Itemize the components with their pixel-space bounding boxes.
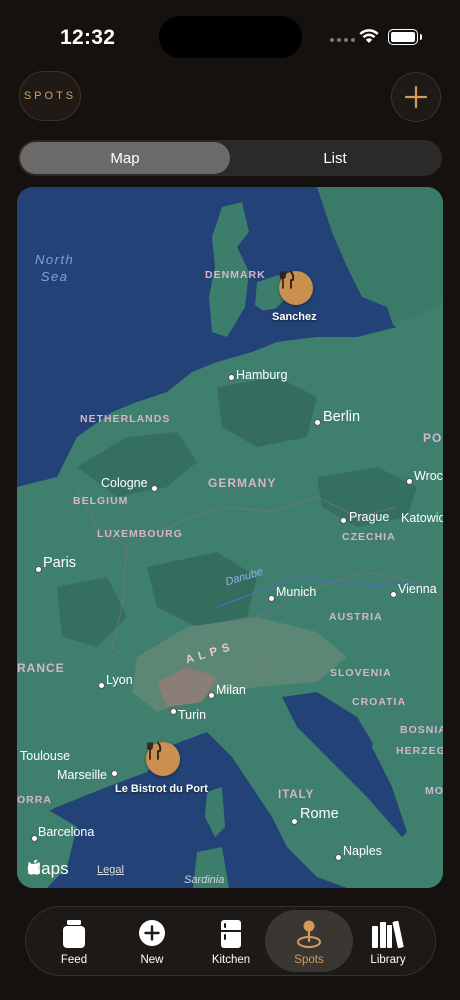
city-label-naples: Naples xyxy=(343,844,382,858)
country-label-france: RANCE xyxy=(17,661,65,675)
fork-knife-icon xyxy=(280,271,295,289)
fridge-icon xyxy=(221,920,241,948)
spot-pin-le-bistrot-du-port[interactable] xyxy=(146,742,180,776)
tab-label-library: Library xyxy=(370,954,406,966)
city-label-munich: Munich xyxy=(276,585,317,599)
city-label-marseille: Marseille xyxy=(57,768,108,782)
city-label-hamburg: Hamburg xyxy=(236,368,288,382)
country-label-germany: GERMANY xyxy=(208,476,277,490)
city-label-barcelona: Barcelona xyxy=(38,825,95,839)
tab-label-kitchen: Kitchen xyxy=(211,954,251,966)
add-spot-button[interactable] xyxy=(391,72,441,122)
city-label-turin: Turin xyxy=(178,708,207,722)
country-label-montenegro: MO xyxy=(425,785,443,797)
city-label-paris: Paris xyxy=(43,555,77,571)
city-label-prague: Prague xyxy=(349,510,390,524)
fork-knife-icon xyxy=(147,742,162,760)
city-dot-hamburg xyxy=(228,374,235,381)
segment-list[interactable]: List xyxy=(230,142,440,174)
books-icon xyxy=(372,920,404,949)
city-label-rome: Rome xyxy=(300,806,339,822)
cellular-signal-icon xyxy=(330,38,355,42)
dynamic-island xyxy=(159,16,302,58)
country-label-belgium: BELGIUM xyxy=(73,495,129,507)
map-view[interactable]: North Sea DENMARK NETHERLANDS GERMANY BE… xyxy=(17,187,443,888)
tab-new[interactable]: New xyxy=(108,910,196,972)
spot-pin-sanchez[interactable] xyxy=(279,271,313,305)
city-label-cologne: Cologne xyxy=(101,476,148,490)
plus-icon xyxy=(404,85,428,109)
country-label-netherlands: NETHERLANDS xyxy=(80,413,171,425)
country-label-luxembourg: LUXEMBOURG xyxy=(97,528,183,540)
city-dot-prague xyxy=(340,517,347,524)
spots-button[interactable]: SPOTS xyxy=(19,71,81,121)
city-label-toulouse: Toulouse xyxy=(20,749,71,763)
tab-feed[interactable]: Feed xyxy=(30,910,118,972)
city-dot-rome xyxy=(291,818,298,825)
city-dot-cologne xyxy=(151,485,158,492)
map-pin-icon xyxy=(297,920,321,948)
city-dot-paris xyxy=(35,566,42,573)
legal-link[interactable]: Legal xyxy=(97,864,124,876)
city-dot-vienna xyxy=(390,591,397,598)
tab-label-new: New xyxy=(140,954,164,966)
tab-spots[interactable]: Spots xyxy=(265,910,353,972)
country-label-slovenia: SLOVENIA xyxy=(330,667,392,679)
city-dot-wroclaw xyxy=(406,478,413,485)
city-dot-turin xyxy=(170,708,177,715)
city-label-lyon: Lyon xyxy=(106,673,133,687)
status-time: 12:32 xyxy=(60,26,116,49)
city-label-katowice: Katowic xyxy=(401,511,443,525)
tab-kitchen[interactable]: Kitchen xyxy=(187,910,275,972)
country-label-austria: AUSTRIA xyxy=(329,611,383,623)
country-label-bosnia: BOSNIA xyxy=(400,724,443,736)
view-mode-segmented-control: Map List xyxy=(18,140,442,176)
apple-logo-icon xyxy=(27,859,41,875)
segment-map[interactable]: Map xyxy=(20,142,230,174)
battery-icon xyxy=(388,29,422,45)
tab-library[interactable]: Library xyxy=(344,910,432,972)
status-bar: 12:32 xyxy=(0,0,460,70)
city-dot-lyon xyxy=(98,682,105,689)
country-label-italy: ITALY xyxy=(278,789,315,801)
city-dot-marseille xyxy=(111,770,118,777)
spot-label-le-bistrot-du-port[interactable]: Le Bistrot du Port xyxy=(115,783,208,795)
island-label-sardinia: Sardinia xyxy=(184,874,225,886)
tab-label-spots: Spots xyxy=(294,954,324,966)
wifi-icon xyxy=(359,29,379,43)
apple-maps-logo: Maps xyxy=(27,859,69,879)
city-label-wroclaw: Wroc xyxy=(414,469,443,483)
spot-label-sanchez[interactable]: Sanchez xyxy=(272,311,317,323)
city-label-vienna: Vienna xyxy=(398,582,437,596)
country-label-andorra: ORRA xyxy=(17,794,52,806)
country-label-denmark: DENMARK xyxy=(205,269,266,281)
city-dot-barcelona xyxy=(31,835,38,842)
city-label-milan: Milan xyxy=(216,683,246,697)
north-sea-label: North Sea xyxy=(35,252,75,284)
country-label-czechia: CZECHIA xyxy=(342,531,396,543)
country-label-croatia: CROATIA xyxy=(352,696,407,708)
country-label-poland: PO xyxy=(423,431,443,445)
city-dot-munich xyxy=(268,595,275,602)
city-dot-milan xyxy=(208,692,215,699)
plus-circle-icon xyxy=(139,920,165,946)
jar-icon xyxy=(63,920,85,948)
tab-label-feed: Feed xyxy=(60,954,88,966)
city-label-berlin: Berlin xyxy=(323,409,361,425)
city-dot-berlin xyxy=(314,419,321,426)
country-label-herzegovina: HERZEGO xyxy=(396,745,443,757)
city-dot-naples xyxy=(335,854,342,861)
tab-bar: Feed New Kitchen Spots Library xyxy=(25,906,436,976)
